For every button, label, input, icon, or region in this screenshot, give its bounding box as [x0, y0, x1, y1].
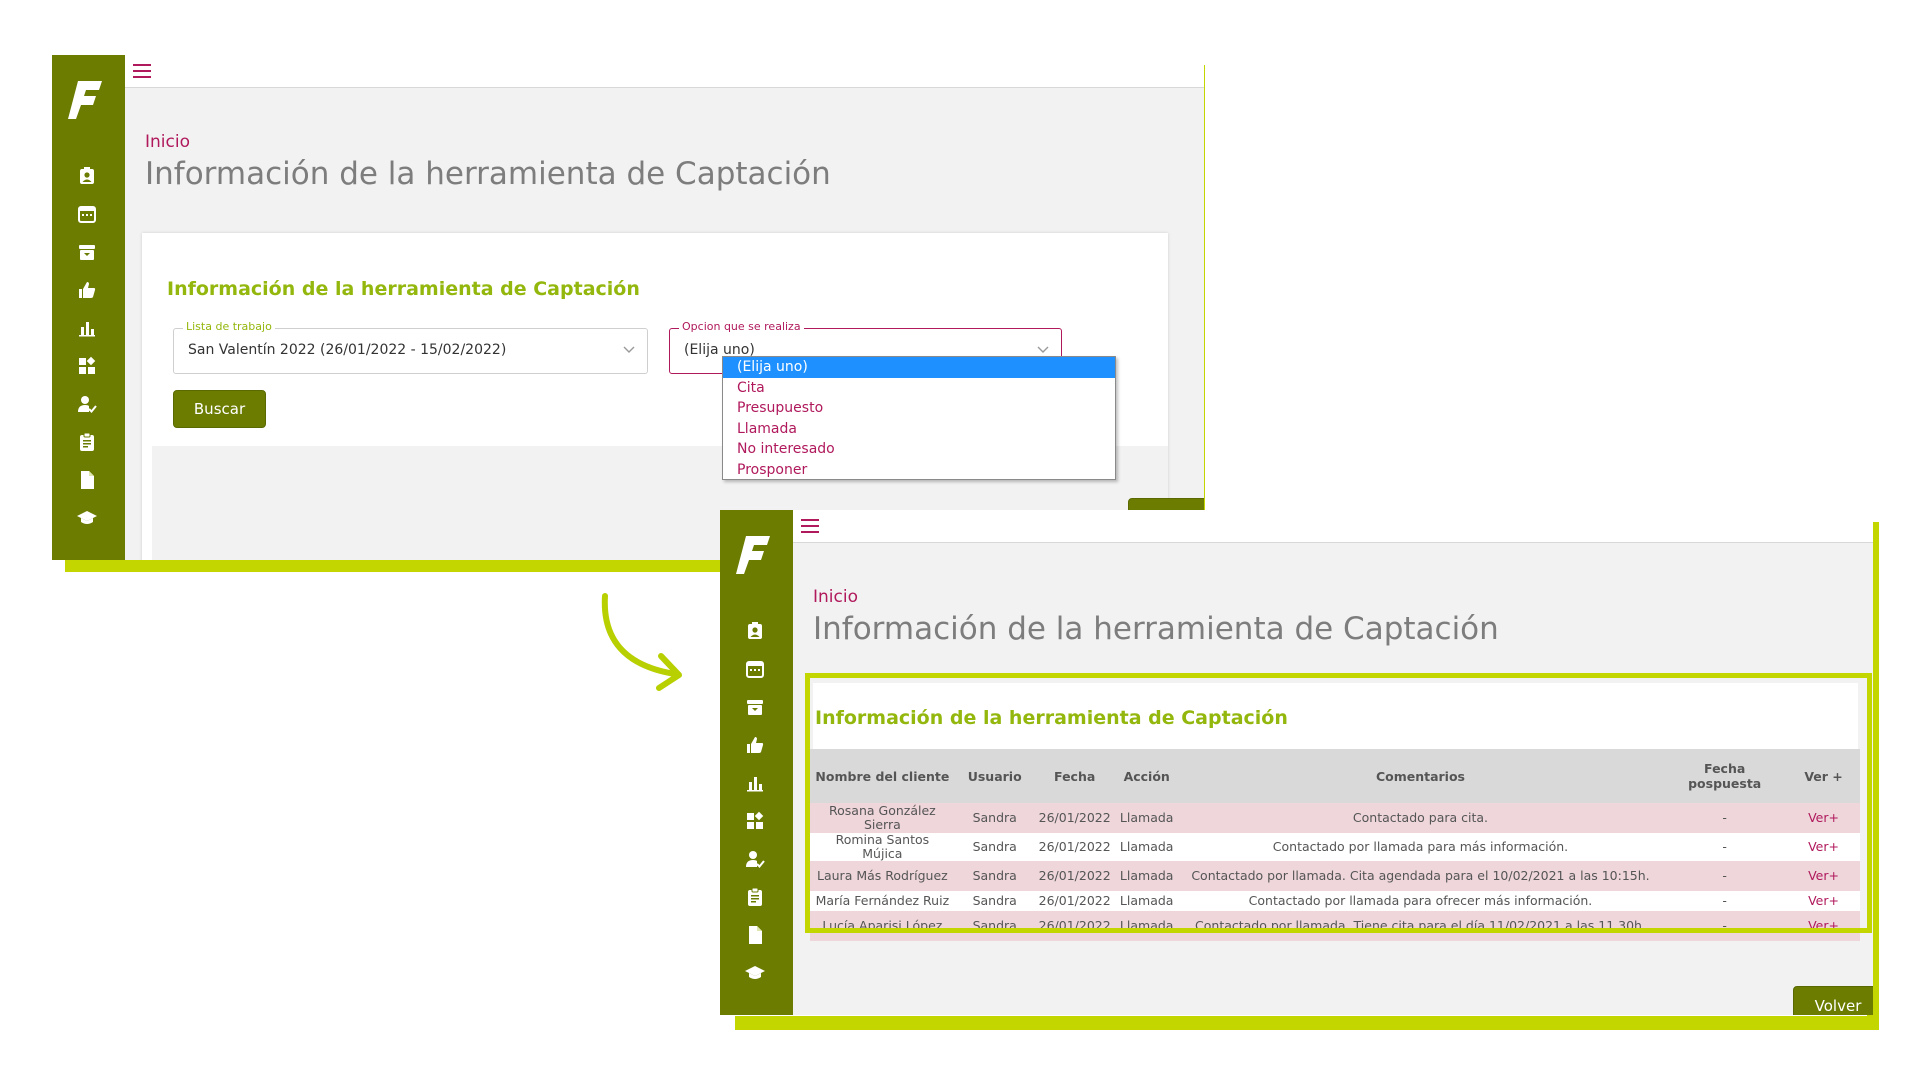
thumbs-up-icon[interactable] [744, 734, 766, 756]
user-check-icon[interactable] [76, 393, 98, 415]
document-icon[interactable] [76, 469, 98, 491]
back-button[interactable]: Volver [1793, 986, 1873, 1015]
hamburger-menu-icon[interactable] [801, 519, 819, 533]
work-list-select[interactable]: Lista de trabajo San Valentín 2022 (26/0… [173, 320, 648, 374]
brand-logo-icon [736, 536, 770, 574]
breadcrumb[interactable]: Inicio [813, 587, 858, 607]
bar-chart-icon[interactable] [744, 772, 766, 794]
widgets-icon[interactable] [744, 810, 766, 832]
page-title: Información de la herramienta de Captaci… [145, 156, 831, 192]
option-dropdown-list[interactable]: (Elija uno) Cita Presupuesto Llamada No … [722, 356, 1116, 480]
sidebar [720, 510, 793, 1015]
work-list-label: Lista de trabajo [183, 320, 275, 333]
chevron-down-icon [623, 346, 635, 353]
top-bar [125, 55, 1204, 88]
chevron-down-icon [1037, 346, 1049, 353]
graduation-cap-icon[interactable] [744, 962, 766, 984]
dropdown-option[interactable]: Presupuesto [723, 398, 1115, 419]
dropdown-option[interactable]: No interesado [723, 439, 1115, 460]
option-label: Opcion que se realiza [679, 320, 804, 333]
main-content: Inicio Información de la herramienta de … [125, 88, 1204, 560]
results-highlight-frame [805, 673, 1872, 933]
graduation-cap-icon[interactable] [76, 507, 98, 529]
screenshot-results-view: Inicio Información de la herramienta de … [720, 510, 1873, 1015]
clipboard-icon[interactable] [76, 431, 98, 453]
work-list-value: San Valentín 2022 (26/01/2022 - 15/02/20… [188, 342, 507, 358]
calendar-icon[interactable] [76, 203, 98, 225]
clipboard-icon[interactable] [744, 886, 766, 908]
card-title: Información de la herramienta de Captaci… [167, 278, 640, 300]
curved-arrow-icon [601, 593, 682, 691]
breadcrumb[interactable]: Inicio [145, 132, 190, 152]
dropdown-option[interactable]: Llamada [723, 419, 1115, 440]
archive-icon[interactable] [76, 241, 98, 263]
bar-chart-icon[interactable] [76, 317, 98, 339]
screenshot-filter-view: Inicio Información de la herramienta de … [52, 55, 1204, 560]
brand-logo-icon [68, 81, 102, 119]
contact-card-icon[interactable] [76, 165, 98, 187]
dropdown-option[interactable]: Cita [723, 378, 1115, 399]
calendar-icon[interactable] [744, 658, 766, 680]
contact-card-icon[interactable] [744, 620, 766, 642]
sidebar [52, 55, 125, 560]
widgets-icon[interactable] [76, 355, 98, 377]
dropdown-option[interactable]: (Elija uno) [723, 357, 1115, 378]
thumbs-up-icon[interactable] [76, 279, 98, 301]
decorative-frame-bottom [735, 1016, 1879, 1030]
document-icon[interactable] [744, 924, 766, 946]
search-button[interactable]: Buscar [173, 390, 266, 428]
hamburger-menu-icon[interactable] [133, 64, 151, 78]
dropdown-option[interactable]: Prosponer [723, 460, 1115, 481]
user-check-icon[interactable] [744, 848, 766, 870]
top-bar [793, 510, 1873, 543]
archive-icon[interactable] [744, 696, 766, 718]
page-title: Información de la herramienta de Captaci… [813, 611, 1499, 647]
